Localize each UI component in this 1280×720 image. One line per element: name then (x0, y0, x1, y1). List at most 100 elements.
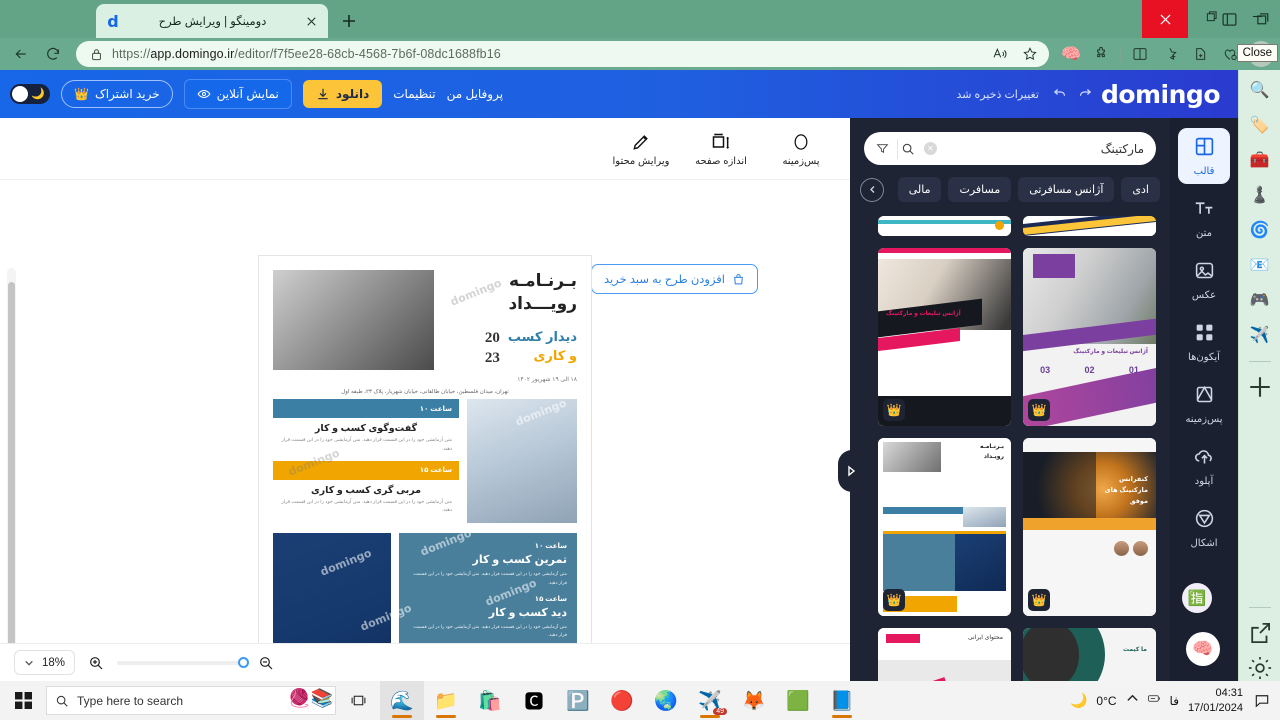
category-chip-1[interactable]: آژانس مسافرتی (1018, 177, 1115, 202)
add-design-to-cart-button[interactable]: افزودن طرح به سبد خرید (590, 264, 758, 294)
template-grid[interactable]: آژانس تبلیغات و مارکتینگ 01 02 03 👑 آژانس … (850, 216, 1170, 681)
sidebar-item-icons[interactable]: آیکون‌ها (1178, 314, 1230, 370)
split-screen-icon[interactable] (1126, 41, 1154, 67)
undo-icon[interactable] (1049, 83, 1071, 105)
notification-center-icon[interactable] (1252, 691, 1272, 711)
buy-subscription-button[interactable]: خرید اشتراک 👑 (61, 80, 173, 108)
taskbar-app-firefox[interactable]: 🦊 (732, 681, 776, 720)
app-logo[interactable]: domingo (1101, 80, 1221, 109)
reload-button[interactable] (38, 41, 68, 67)
template-card-pink-magenta[interactable]: محتوای ایرانی (878, 628, 1011, 681)
sidebar-item-upload[interactable]: آپلود (1178, 438, 1230, 494)
taskbar-app-camtasia[interactable]: 🅲 (512, 681, 556, 720)
weather-moon-icon[interactable]: 🌙 (1070, 692, 1087, 709)
online-preview-button[interactable]: نمایش آنلاین (183, 79, 292, 109)
scrollbar-thumb[interactable] (8, 282, 15, 681)
clear-search-icon[interactable]: ✕ (924, 142, 937, 155)
taskbar-clock[interactable]: 04:31 17/01/2024 (1188, 686, 1243, 715)
favorite-star-icon[interactable] (1015, 41, 1045, 67)
sidebar-telegram-icon[interactable]: ✈️ (1247, 323, 1273, 349)
maximize-restore-button[interactable] (1188, 0, 1234, 32)
sidebar-item-image[interactable]: عکس (1178, 252, 1230, 308)
panel-collapse-toggle[interactable] (838, 450, 864, 492)
canvas-scrollbar[interactable] (7, 268, 16, 681)
template-card-about-us-teal[interactable]: ما کیمت (1023, 628, 1156, 681)
template-card-partial-right[interactable] (878, 216, 1011, 236)
copilot-icon[interactable]: 🧠 (1057, 41, 1085, 67)
taskbar-app-file-explorer[interactable]: 📁 (424, 681, 468, 720)
template-card-event-program-blue[interactable]: بـرنـامـه رویـداد 👑 (878, 438, 1011, 616)
zoom-slider-knob[interactable] (238, 656, 250, 668)
settings-link[interactable]: تنظیمات (393, 87, 435, 101)
tray-overflow-chevron-icon[interactable] (1126, 692, 1139, 710)
sidebar-tools-icon[interactable]: 🧰 (1247, 148, 1273, 174)
tab-close-icon[interactable] (303, 13, 320, 30)
profile-link[interactable]: پروفایل من (447, 87, 503, 101)
minimize-button[interactable] (1234, 0, 1280, 32)
sidebar-shopping-icon[interactable]: 🏷️ (1247, 113, 1273, 139)
category-chip-2[interactable]: مسافرت (948, 177, 1012, 202)
zoom-out-icon[interactable] (255, 652, 277, 674)
tool-background[interactable]: پس‌زمینه (770, 131, 832, 167)
task-view-button[interactable] (336, 681, 380, 720)
taskbar-app-browser-green[interactable]: 🌏 (644, 681, 688, 720)
search-icon[interactable] (898, 142, 918, 156)
taskbar-app-pdf[interactable]: 🅿️ (556, 681, 600, 720)
taskbar-app-edge[interactable]: 🌊 (380, 681, 424, 720)
zoom-in-icon[interactable] (85, 652, 107, 674)
sidebar-open-in-new-icon[interactable] (1247, 620, 1273, 646)
language-indicator[interactable]: فا (1170, 694, 1179, 708)
extensions-icon[interactable] (1087, 41, 1115, 67)
template-search-bar[interactable]: مارکتینگ ✕ (864, 132, 1156, 165)
read-aloud-icon[interactable] (985, 41, 1015, 67)
sidebar-add-icon[interactable] (1247, 374, 1273, 400)
sidebar-item-shapes[interactable]: اشکال (1178, 500, 1230, 556)
sidebar-item-background[interactable]: پس‌زمینه (1178, 376, 1230, 432)
add-favorite-icon[interactable] (1186, 41, 1214, 67)
template-card-marketing-conference-orange[interactable]: کنفرانس مارکتینگ های موفق 👑 (1023, 438, 1156, 616)
windows-start-button[interactable] (0, 681, 46, 720)
sidebar-outlook-icon[interactable]: 📧 (1247, 253, 1273, 279)
template-card-advertising-marketing-pink[interactable]: آژانس تبلیغات و مارکتینگ 👑 (878, 248, 1011, 426)
taskbar-app-telegram[interactable]: ✈️ 49 (688, 681, 732, 720)
browser-tab-active[interactable]: دومینگو | ویرایش طرح d (96, 4, 328, 38)
sidebar-item-templates[interactable]: قالب (1178, 128, 1230, 184)
back-button[interactable] (6, 41, 36, 67)
filter-icon[interactable] (868, 138, 898, 159)
sidebar-item-text[interactable]: متن (1178, 190, 1230, 246)
taskbar-app-microsoft-store[interactable]: 🛍️ (468, 681, 512, 720)
address-bar[interactable]: https://app.domingo.ir/editor/f7f5ee28-6… (76, 41, 1049, 67)
tool-edit-content[interactable]: ویرایش محتوا (610, 131, 672, 167)
dark-mode-toggle[interactable]: 🌙 (10, 84, 50, 104)
taskbar-search-box[interactable]: Type here to search 🧶📚 (46, 686, 336, 715)
category-chip-0[interactable]: ادی (1121, 177, 1160, 202)
collections-icon[interactable] (1156, 41, 1184, 67)
category-prev-button[interactable] (860, 177, 884, 202)
template-card-partial-left[interactable] (1023, 216, 1156, 236)
sidebar-office-icon[interactable]: 🌀 (1247, 218, 1273, 244)
battery-icon[interactable] (1147, 692, 1161, 710)
template-search-input[interactable]: مارکتینگ (937, 142, 1144, 156)
category-chip-3[interactable]: مالی (897, 177, 942, 202)
sidebar-games-icon[interactable]: ♟️ (1247, 183, 1273, 209)
weather-temperature[interactable]: 0°C (1096, 694, 1116, 708)
tool-page-size[interactable]: اندازه صفحه (690, 131, 752, 167)
download-button[interactable]: دانلود (302, 80, 383, 108)
taskbar-app-notes[interactable]: 🟩 (776, 681, 820, 720)
translate-floating-icon[interactable]: 🈯 (1182, 583, 1212, 613)
sidebar-gaming-icon[interactable]: 🎮 (1247, 288, 1273, 314)
premium-crown-badge: 👑 (1028, 589, 1050, 611)
taskbar-app-chrome[interactable]: 🔴 (600, 681, 644, 720)
redo-icon[interactable] (1075, 83, 1097, 105)
template-card-marketing-agency-purple[interactable]: آژانس تبلیغات و مارکتینگ 01 02 03 👑 (1023, 248, 1156, 426)
window-close-button[interactable] (1142, 0, 1188, 38)
zoom-level-select[interactable]: 18% (14, 650, 76, 675)
zoom-slider[interactable] (117, 656, 250, 668)
sidebar-search-icon[interactable]: 🔍 (1247, 78, 1273, 104)
design-poster-preview[interactable]: بـرنـامـه رویـــداد دیدار کسب و کاری 20 … (259, 256, 591, 681)
taskbar-app-word[interactable]: 📘 (820, 681, 864, 720)
editor-canvas-area[interactable]: i افزودن طرح به سبد خرید بـرنـامـه رویــ… (0, 180, 850, 681)
new-tab-button[interactable] (336, 8, 362, 34)
sidebar-settings-gear-icon[interactable] (1247, 655, 1273, 681)
copilot-floating-icon[interactable]: 🧠 (1186, 632, 1220, 666)
